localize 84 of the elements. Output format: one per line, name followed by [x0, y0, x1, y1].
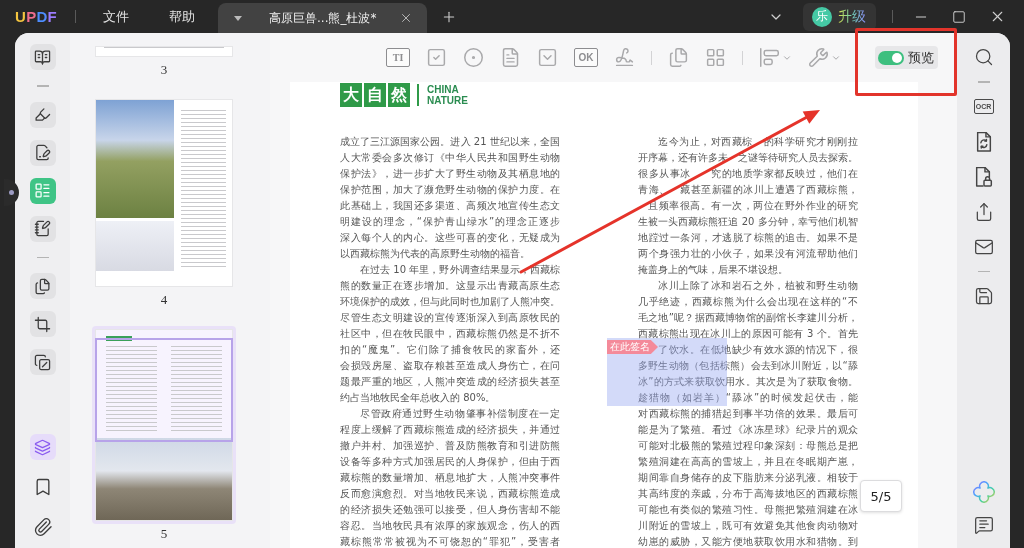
document-tab[interactable]: 高原巨兽...熊_杜波*	[218, 3, 428, 33]
text-line: 趁猎物（如岩羊）“舔冰”的时候发起伏击，能	[638, 391, 858, 405]
text-line: 冰川上除了冰和岩石之外，植被和野生动物	[658, 279, 858, 293]
logo-tile: 然	[388, 83, 410, 107]
layers-icon[interactable]	[29, 434, 56, 460]
text-line: 期间靠自身储存的皮下脂肪来分泌乳液。相较于	[638, 471, 858, 485]
text-line: 明建设的理念，“保护青山绿水”的理念正逐步	[340, 215, 560, 229]
text-line: 藏棕熊常常被视为不可饶恕的“罪犯”，受害者	[340, 535, 560, 548]
logo-drawing	[106, 336, 132, 341]
preview-toggle[interactable]: 预览	[875, 46, 938, 69]
comment-icon[interactable]	[973, 515, 994, 535]
text-line: 扣的“魔鬼”。它们除了捕食牧民的家畜外，还	[340, 343, 560, 357]
text-line: 尽管政府通过野生动物肇事补偿制度在一定	[360, 407, 560, 421]
text-line: 冰”的方式来获取饮用水。其次是为了获取食物。	[638, 375, 858, 389]
text-line: 地蹚过一条河，才逃脱了棕熊的追击。如果不是	[638, 231, 858, 245]
menu-item[interactable]: 帮助	[169, 7, 196, 26]
book-icon[interactable]	[29, 44, 56, 70]
page-indicator: 5/5	[860, 480, 902, 512]
signature-tag: 在此签名	[607, 340, 658, 354]
text-line: 深入每个人的内心。这些可喜的变化，无疑成为	[340, 231, 560, 245]
text-line: 在过去 10 年里，野外调查结果显示，西藏棕	[360, 263, 560, 277]
logo-wordmark: CHINA NATURE	[427, 84, 468, 106]
save-icon[interactable]	[973, 286, 994, 306]
page-number: 3	[160, 62, 168, 77]
text-line: 熊的数量正在逐步增加。这显示出青藏高原生态	[340, 279, 560, 293]
text-line: 设备等多种方式加强居民的人身保护，但由于西	[340, 455, 560, 469]
text-line: 程度上缓解了西藏棕熊造成的经济损失，并通过	[340, 423, 560, 437]
text-line: 多野生动物（包括棕熊）会去到冰川附近，以“舔	[638, 359, 858, 373]
text-line: 繁殖洞建在高高的雪坡上，并且在冬眠期产崽，	[638, 455, 858, 469]
text-line: 可能也有类似的繁殖习性。母熊把繁殖洞建在冰	[638, 503, 858, 517]
text-line: 约占当地牧民全年总收入的 80%。	[340, 391, 497, 405]
logo-tile: 大	[340, 83, 362, 107]
text-line: 以西藏棕熊为代表的高原野生动物的福音。	[340, 247, 531, 261]
avatar-badge: 乐	[812, 6, 832, 27]
notebook-pen-icon[interactable]	[29, 215, 56, 242]
text-line: 保护范围，加大了濒危野生动物的保护力度。在	[340, 183, 560, 197]
page-number: 5	[160, 526, 168, 541]
text-line: 会损毁房屋、盗取存粮甚至造成人身伤亡，在问	[340, 359, 560, 373]
text-line: 很多从事冰 究的地质学家都反映过，他们在	[638, 167, 858, 181]
text-line: 幼崽的威胁，又能方便地获取饮用水和猎物。到	[638, 535, 858, 548]
text-line: 青海、 藏甚至新疆的冰川上遭遇了西藏棕熊，	[638, 183, 858, 197]
text-line: 人大常委会多次修订《中华人民共和国野生动物	[340, 151, 560, 165]
text-line: 藏棕熊的数量增加、栖息地扩大，人熊冲突事件	[340, 471, 560, 485]
text-line: 了饮水。在低地缺少有效水源的情况下，很	[658, 343, 858, 357]
text-line: 能是为了繁殖。看过《冰冻星球》纪录片的观众	[638, 423, 858, 437]
text-line: 的经济损失还勉强可以接受，但人身伤害却不能	[340, 503, 560, 517]
text-line: 此基础上，我国还多渠道、高频次地宣传生态文	[340, 199, 560, 213]
text-line: 环境保护的成效，但与此同时也加剧了人熊冲突。	[340, 295, 560, 309]
page-number: 4	[160, 292, 168, 307]
text-line: 社区中，但在牧民眼中，西藏棕熊仍然是不折不	[340, 327, 560, 341]
text-line: 几乎绝迹，西藏棕熊为什么会出现在这样的“不	[638, 295, 858, 309]
dot-icon	[9, 190, 14, 195]
page-thumbnail[interactable]	[96, 100, 232, 286]
paperclip-icon[interactable]	[32, 517, 53, 537]
text-line: 撤户并村、加强巡护、普及防熊教育和引进防熊	[340, 439, 560, 453]
text-line: 题最严重的地区，人熊冲突造成的经济损失甚至	[340, 375, 560, 389]
text-line: 掩盖身上的气味，后果不堪设想。	[638, 263, 789, 277]
text-line: 毛之地”呢？据西藏博物馆的副馆长李建川分析，	[638, 311, 858, 325]
caret-icon[interactable]	[234, 15, 243, 21]
menu-item[interactable]: 文件	[103, 7, 130, 26]
copy-slash-icon[interactable]	[29, 349, 56, 375]
text-line: 西藏棕熊出现在冰川上的原因可能有 3 个。首先	[638, 327, 858, 341]
text-line: 生被一头西藏棕熊狂追 20 多分钟，幸亏他们机智	[638, 215, 858, 229]
files-icon[interactable]	[29, 273, 56, 299]
text-line: 其高纬度的亲戚，分布于高海拔地区的西藏棕熊	[638, 487, 858, 501]
crop-icon[interactable]	[29, 311, 56, 337]
file-lock-icon[interactable]	[973, 166, 994, 187]
text-line: 川附近的雪坡上，既可有效避免其他食肉动物对	[638, 519, 858, 533]
text-line: 两个身强力壮的小伙子，如果没有河流帮助他们	[638, 247, 858, 261]
search-icon[interactable]	[973, 47, 994, 67]
text-line: 尽管生态文明建设的宣传逐渐深入到高原牧民的	[340, 311, 560, 325]
text-line: 对西藏棕熊的捕猎起到事半功倍的效果。最后可	[638, 407, 858, 421]
text-line: 可能对北极熊的繁殖过程印象深刻：母熊总是把	[638, 439, 858, 453]
highlighter-icon[interactable]	[29, 101, 56, 128]
text-line: 成立了三江源国家公园。进入 21 世纪以来，全国	[340, 135, 560, 149]
document-pen-icon[interactable]	[29, 139, 56, 166]
logo-tile: 自	[364, 83, 386, 107]
text-line: 反而愈演愈烈。对当地牧民来说，西藏棕熊造成	[340, 487, 560, 501]
text-line: 容忍。当地牧民具有浓厚的家族观念，伤人的西	[340, 519, 560, 533]
page-thumbnail[interactable]	[92, 326, 236, 524]
maximize-icon[interactable]	[952, 9, 966, 24]
text-line: 保护法》，进一步扩大了野生动物及其栖息地的	[340, 167, 560, 181]
upgrade-button[interactable]: 乐 升级	[803, 2, 876, 31]
toggle-switch[interactable]	[878, 50, 904, 65]
